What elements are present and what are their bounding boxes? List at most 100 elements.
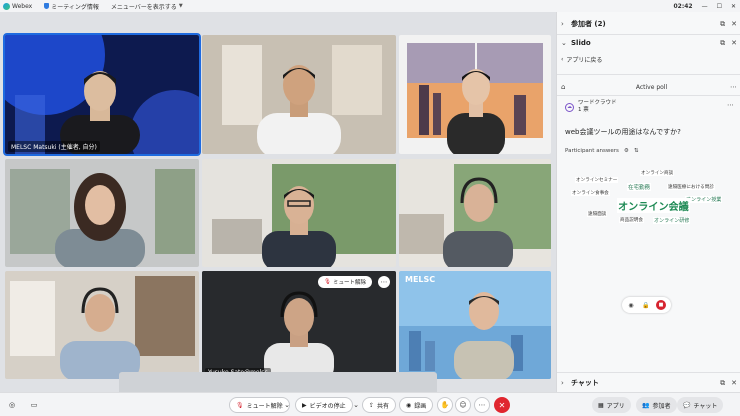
participant-tile[interactable] xyxy=(399,35,551,154)
chevron-right-icon[interactable]: › xyxy=(561,379,571,387)
participant-tile[interactable] xyxy=(5,159,199,267)
chat-label: チャット xyxy=(693,402,718,410)
camera-icon: ▶ xyxy=(302,401,307,409)
back-to-apps-label: アプリに戻る xyxy=(566,57,603,64)
participant-tile[interactable]: 🎙 ミュート解除 ⋯ Yusuke Sato@melsc xyxy=(202,271,396,379)
participant-video xyxy=(202,159,396,267)
layout-icon[interactable]: ◎ xyxy=(4,397,20,413)
close-icon[interactable]: ✕ xyxy=(731,3,736,10)
word-cloud-word: 在宅勤務 xyxy=(627,183,652,191)
word-cloud-word: 遠隔面談 xyxy=(587,211,608,217)
share-label: 共有 xyxy=(377,402,390,410)
reactions-icon[interactable]: ☺ xyxy=(455,397,471,413)
chevron-down-icon[interactable]: ⌄ xyxy=(561,39,571,47)
show-menu-bar-button[interactable]: メニューバーを表示する ▼ xyxy=(111,2,183,11)
chevron-down-icon[interactable]: ⌄ xyxy=(279,397,295,413)
chevron-right-icon[interactable]: › xyxy=(561,20,571,28)
participant-tile[interactable]: MELSC xyxy=(399,271,551,379)
more-options-icon[interactable]: ⋯ xyxy=(378,276,390,288)
poll-meta: ☁ ワードクラウド 1 票 xyxy=(565,100,617,114)
close-icon[interactable]: ✕ xyxy=(731,39,737,48)
meeting-clock: 02:42 xyxy=(673,2,693,10)
poll-question: web会議ツールの用途はなんですか? xyxy=(565,128,681,136)
participants-button[interactable]: 👥 参加者 xyxy=(636,397,677,413)
gear-icon[interactable]: ⚙ xyxy=(624,148,629,154)
stop-video-button[interactable]: ▶ ビデオの停止 xyxy=(295,397,353,413)
word-cloud-word: オンライン商談 xyxy=(640,170,675,176)
back-to-apps-link[interactable]: ‹ アプリに戻る xyxy=(561,55,602,64)
share-icon: ⇪ xyxy=(369,401,375,409)
poll-count: 1 票 xyxy=(578,107,589,113)
meeting-info-label: ミーティング情報 xyxy=(51,3,99,11)
chevron-down-icon: ▼ xyxy=(178,3,183,9)
participant-video xyxy=(5,35,199,154)
minimize-icon[interactable]: — xyxy=(702,3,708,10)
apps-label: アプリ xyxy=(606,402,625,410)
poll-type: ワードクラウド xyxy=(578,100,617,106)
title-bar: Webex ミーティング情報 メニューバーを表示する ▼ 02:42 — ☐ ✕ xyxy=(0,0,740,12)
leave-meeting-icon[interactable]: ✕ xyxy=(494,397,510,413)
participant-tile[interactable]: MELSC Matsuki (主催者, 自分) xyxy=(3,33,201,156)
word-cloud-word: 商品説明会 xyxy=(619,217,644,223)
chat-panel-header[interactable]: › チャット ⧉ ✕ xyxy=(557,374,740,392)
participant-video xyxy=(202,35,396,154)
panel-header-icons: ⧉ ✕ xyxy=(720,20,737,29)
participant-tile[interactable] xyxy=(5,271,199,379)
meeting-info-button[interactable]: ミーティング情報 xyxy=(44,2,99,11)
apps-button[interactable]: ▦ アプリ xyxy=(592,397,631,413)
raise-hand-icon[interactable]: ✋ xyxy=(437,397,453,413)
record-label: 録画 xyxy=(414,402,427,410)
participants-label: 参加者 xyxy=(652,402,671,410)
caption-icon[interactable]: ▭ xyxy=(26,397,42,413)
chevron-left-icon: ‹ xyxy=(561,56,564,63)
shield-icon xyxy=(44,3,50,9)
share-button[interactable]: ⇪ 共有 xyxy=(362,397,397,413)
divider xyxy=(557,372,740,373)
people-icon: 👥 xyxy=(642,401,650,409)
window-controls: 02:42 — ☐ ✕ xyxy=(673,0,736,12)
chat-header-title: チャット xyxy=(571,379,599,387)
chat-icon: 💬 xyxy=(683,401,691,409)
participant-video xyxy=(399,35,551,154)
tile-unmute-button[interactable]: 🎙 ミュート解除 xyxy=(318,276,372,288)
participant-video xyxy=(5,271,199,379)
more-options-icon[interactable]: ⋯ xyxy=(730,83,737,91)
divider xyxy=(557,74,740,75)
melsc-watermark: MELSC xyxy=(405,275,436,284)
participants-panel-header[interactable]: › 参加者 (2) ⧉ ✕ xyxy=(557,15,740,33)
poll-nav-row: ⌂ Active poll ⋯ xyxy=(561,81,737,93)
word-cloud-icon: ☁ xyxy=(565,102,574,112)
word-cloud-word: オンライン食事会 xyxy=(571,190,610,196)
app-name: Webex xyxy=(12,2,33,10)
more-options-icon[interactable]: ⋯ xyxy=(727,101,734,109)
participant-answers-row: Participant answers ⚙ ⇅ xyxy=(565,148,638,154)
sort-icon[interactable]: ⇅ xyxy=(634,148,639,154)
word-cloud-word: オンライン会議 xyxy=(617,198,690,213)
stop-poll-icon[interactable]: ■ xyxy=(656,300,666,310)
popout-icon[interactable]: ⧉ xyxy=(720,20,725,29)
eye-icon[interactable]: ◉ xyxy=(626,300,636,310)
close-icon[interactable]: ✕ xyxy=(731,20,737,29)
participant-tile[interactable] xyxy=(202,159,396,267)
participant-answers-label: Participant answers xyxy=(565,148,619,154)
meeting-controls-bar: ◎ ▭ 🎙 ミュート解除 ⌄ ▶ ビデオの停止 ⌄ ⇪ 共有 ◉ 録画 ✋ ☺ … xyxy=(0,392,740,416)
home-icon[interactable]: ⌂ xyxy=(561,83,573,91)
maximize-icon[interactable]: ☐ xyxy=(717,3,722,10)
popout-icon[interactable]: ⧉ xyxy=(720,39,725,48)
popout-icon[interactable]: ⧉ xyxy=(720,379,725,388)
panel-header-icons: ⧉ ✕ xyxy=(720,379,737,388)
participant-tile[interactable] xyxy=(202,35,396,154)
mic-muted-icon: 🎙 xyxy=(236,401,244,409)
lock-icon[interactable]: 🔒 xyxy=(641,300,651,310)
slido-header-title: Slido xyxy=(571,39,591,47)
slido-panel-header[interactable]: ⌄ Slido ⧉ ✕ xyxy=(557,34,740,52)
slido-controls: ◉ 🔒 ■ xyxy=(622,297,671,313)
record-button[interactable]: ◉ 録画 xyxy=(399,397,434,413)
record-icon: ◉ xyxy=(406,401,412,409)
chat-button[interactable]: 💬 チャット xyxy=(677,397,724,413)
more-options-icon[interactable]: ⋯ xyxy=(474,397,490,413)
close-icon[interactable]: ✕ xyxy=(731,379,737,388)
word-cloud-word: オンラインセミナー xyxy=(575,177,619,183)
right-panel: › 参加者 (2) ⧉ ✕ ⌄ Slido ⧉ ✕ ‹ アプリに戻る ⌂ Act… xyxy=(556,12,740,392)
participant-tile[interactable] xyxy=(399,159,551,267)
